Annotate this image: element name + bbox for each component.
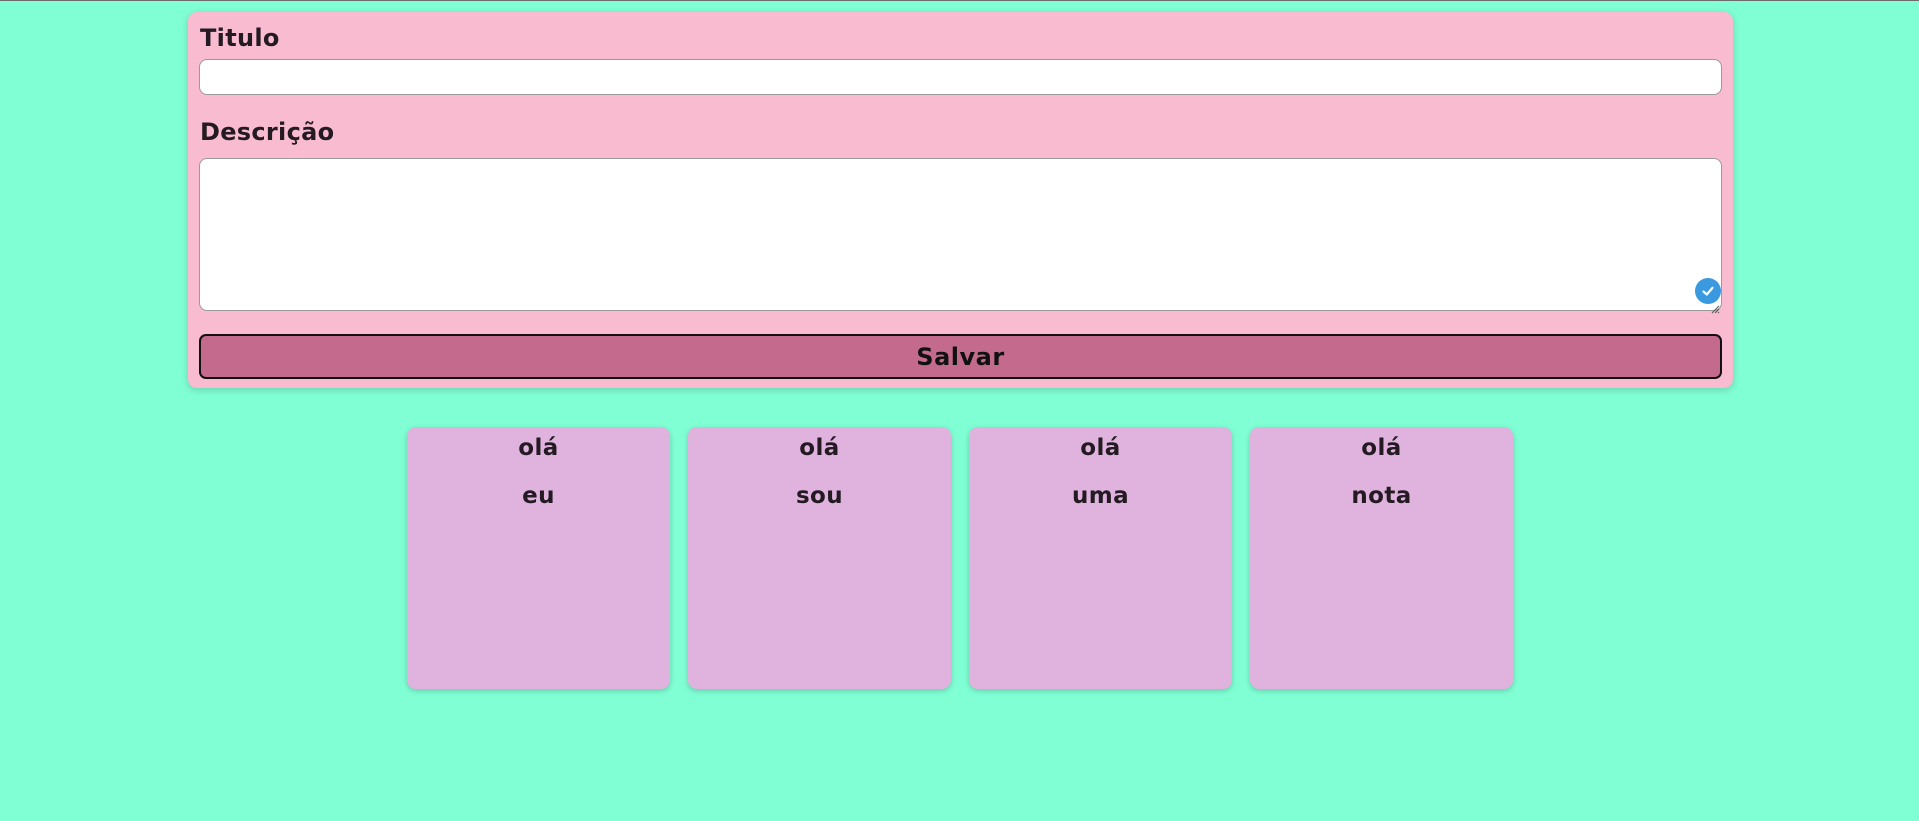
note-card[interactable]: olá sou: [688, 427, 951, 689]
note-title: olá: [518, 435, 559, 461]
note-description: nota: [1351, 483, 1412, 509]
save-button[interactable]: Salvar: [199, 334, 1722, 379]
description-label: Descrição: [200, 118, 335, 146]
description-field-wrapper: [199, 158, 1722, 314]
note-title: olá: [1361, 435, 1402, 461]
resize-handle-icon[interactable]: [1710, 299, 1720, 314]
note-description: eu: [522, 483, 555, 509]
title-label: Titulo: [200, 24, 280, 52]
note-description: uma: [1071, 483, 1130, 509]
note-title: olá: [1080, 435, 1121, 461]
note-card[interactable]: olá eu: [407, 427, 670, 689]
note-card[interactable]: olá uma: [969, 427, 1232, 689]
title-input[interactable]: [199, 59, 1722, 95]
note-title: olá: [799, 435, 840, 461]
description-textarea[interactable]: [199, 158, 1722, 311]
note-form: Titulo Descrição Salvar: [188, 12, 1733, 388]
note-description: sou: [795, 483, 844, 509]
note-card[interactable]: olá nota: [1250, 427, 1513, 689]
notes-list: olá eu olá sou olá uma olá nota: [407, 427, 1513, 689]
